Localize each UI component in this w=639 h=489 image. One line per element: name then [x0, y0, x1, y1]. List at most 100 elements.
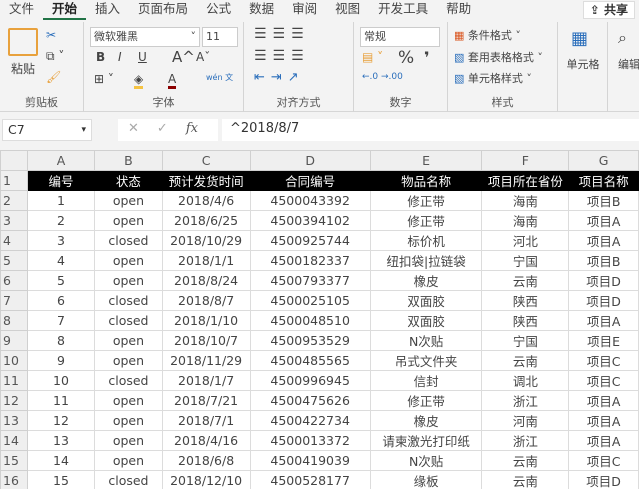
fill-color-icon[interactable]: ◈	[134, 72, 144, 89]
tab-formulas[interactable]: 公式	[197, 0, 240, 20]
cell[interactable]: open	[94, 270, 163, 291]
formula-input[interactable]: ^2018/8/7	[222, 119, 639, 141]
bold-button[interactable]: B	[96, 50, 105, 64]
row-header[interactable]: 6	[0, 270, 28, 291]
underline-button[interactable]: U	[138, 50, 147, 64]
cell[interactable]: 12	[26, 410, 96, 431]
column-header-G[interactable]: G	[568, 150, 639, 171]
row-header[interactable]: 8	[0, 310, 28, 331]
cell[interactable]: open	[94, 250, 163, 271]
cell[interactable]: 3	[26, 230, 96, 251]
cell[interactable]: 橡皮	[369, 270, 483, 291]
cell[interactable]: 4500013372	[249, 430, 371, 451]
cell[interactable]: 项目D	[568, 290, 639, 311]
cell[interactable]: 项目E	[568, 330, 639, 351]
tab-review[interactable]: 审阅	[283, 0, 326, 20]
format-painter-icon[interactable]: 🖌	[46, 70, 61, 84]
cell[interactable]: 2018/8/7	[161, 290, 251, 311]
font-size-dropdown[interactable]: 11	[202, 27, 238, 47]
tab-page-layout[interactable]: 页面布局	[129, 0, 197, 20]
cell[interactable]: 2018/6/8	[161, 450, 251, 471]
tab-help[interactable]: 帮助	[437, 0, 480, 20]
fx-button[interactable]: fx	[186, 121, 198, 136]
cell[interactable]: 海南	[481, 190, 570, 211]
cell[interactable]: 海南	[481, 210, 570, 231]
conditional-format-button[interactable]: ▦ 条件格式 ˅	[454, 27, 521, 43]
cell[interactable]: 4500793377	[249, 270, 371, 291]
name-box[interactable]: C7 ▾	[2, 119, 92, 141]
cell[interactable]: closed	[94, 310, 163, 331]
cell[interactable]: 4500182337	[249, 250, 371, 271]
share-button[interactable]: ⇪ 共享	[582, 1, 635, 19]
cell[interactable]: 15	[26, 470, 96, 489]
cell[interactable]: 调北	[481, 370, 570, 391]
header-cell[interactable]: 合同编号	[249, 170, 371, 191]
column-header-E[interactable]: E	[369, 150, 483, 171]
cancel-icon[interactable]: ✕	[128, 121, 139, 136]
cell[interactable]: 2	[26, 210, 96, 231]
cell[interactable]: 4500048510	[249, 310, 371, 331]
cell[interactable]: 2018/4/6	[161, 190, 251, 211]
cell[interactable]: N次贴	[369, 450, 483, 471]
font-color-icon[interactable]: A	[168, 72, 177, 89]
cell[interactable]: open	[94, 390, 163, 411]
cell[interactable]: 7	[26, 310, 96, 331]
cell[interactable]: 项目A	[568, 230, 639, 251]
cell[interactable]: 云南	[481, 450, 570, 471]
cell[interactable]: 14	[26, 450, 96, 471]
comma-button[interactable]: ❜	[424, 48, 430, 67]
cell[interactable]: 4500394102	[249, 210, 371, 231]
cell[interactable]: 项目B	[568, 190, 639, 211]
cell[interactable]: 4500953529	[249, 330, 371, 351]
cell[interactable]: 宁国	[481, 250, 570, 271]
shrink-font-button[interactable]: Aˇ	[196, 50, 210, 64]
tab-insert[interactable]: 插入	[86, 0, 129, 20]
cell[interactable]: open	[94, 330, 163, 351]
cell[interactable]: 陕西	[481, 310, 570, 331]
row-header[interactable]: 15	[0, 450, 28, 471]
cell[interactable]: closed	[94, 230, 163, 251]
cell[interactable]: 项目C	[568, 350, 639, 371]
cell[interactable]: 4500925744	[249, 230, 371, 251]
cell[interactable]: 修正带	[369, 210, 483, 231]
row-header[interactable]: 12	[0, 390, 28, 411]
cell[interactable]: 双面胶	[369, 310, 483, 331]
cells-group[interactable]: ▦ 单元格	[558, 22, 608, 112]
row-header[interactable]: 9	[0, 330, 28, 351]
paste-icon[interactable]	[8, 28, 38, 56]
phonetic-button[interactable]: wén 文	[206, 72, 233, 83]
cell[interactable]: 吊式文件夹	[369, 350, 483, 371]
cell[interactable]: 4500528177	[249, 470, 371, 489]
cut-icon[interactable]: ✂	[46, 28, 56, 42]
cell[interactable]: 2018/1/1	[161, 250, 251, 271]
header-cell[interactable]: 物品名称	[369, 170, 483, 191]
column-header-B[interactable]: B	[94, 150, 163, 171]
cell[interactable]: 4500025105	[249, 290, 371, 311]
tab-developer[interactable]: 开发工具	[369, 0, 437, 20]
cell[interactable]: 13	[26, 430, 96, 451]
cell[interactable]: 2018/1/10	[161, 310, 251, 331]
cell[interactable]: 项目C	[568, 370, 639, 391]
cell[interactable]: 9	[26, 350, 96, 371]
font-name-dropdown[interactable]: 微软雅黑 ˅	[90, 27, 200, 47]
column-header-A[interactable]: A	[26, 150, 96, 171]
column-header-D[interactable]: D	[249, 150, 371, 171]
cell[interactable]: 2018/1/7	[161, 370, 251, 391]
cell[interactable]: 6	[26, 290, 96, 311]
cell[interactable]: 项目A	[568, 310, 639, 331]
cell[interactable]: 云南	[481, 350, 570, 371]
cell[interactable]: closed	[94, 290, 163, 311]
cell[interactable]: 4	[26, 250, 96, 271]
header-cell[interactable]: 项目所在省份	[481, 170, 570, 191]
header-cell[interactable]: 编号	[26, 170, 96, 191]
enter-icon[interactable]: ✓	[157, 121, 168, 136]
cell[interactable]: 2018/10/7	[161, 330, 251, 351]
cell[interactable]: 修正带	[369, 190, 483, 211]
borders-icon[interactable]: ⊞ ˅	[94, 72, 114, 86]
cell[interactable]: closed	[94, 470, 163, 489]
percent-button[interactable]: %	[398, 48, 414, 68]
row-header[interactable]: 1	[0, 170, 28, 191]
cell[interactable]: 标价机	[369, 230, 483, 251]
row-header[interactable]: 14	[0, 430, 28, 451]
tab-view[interactable]: 视图	[326, 0, 369, 20]
